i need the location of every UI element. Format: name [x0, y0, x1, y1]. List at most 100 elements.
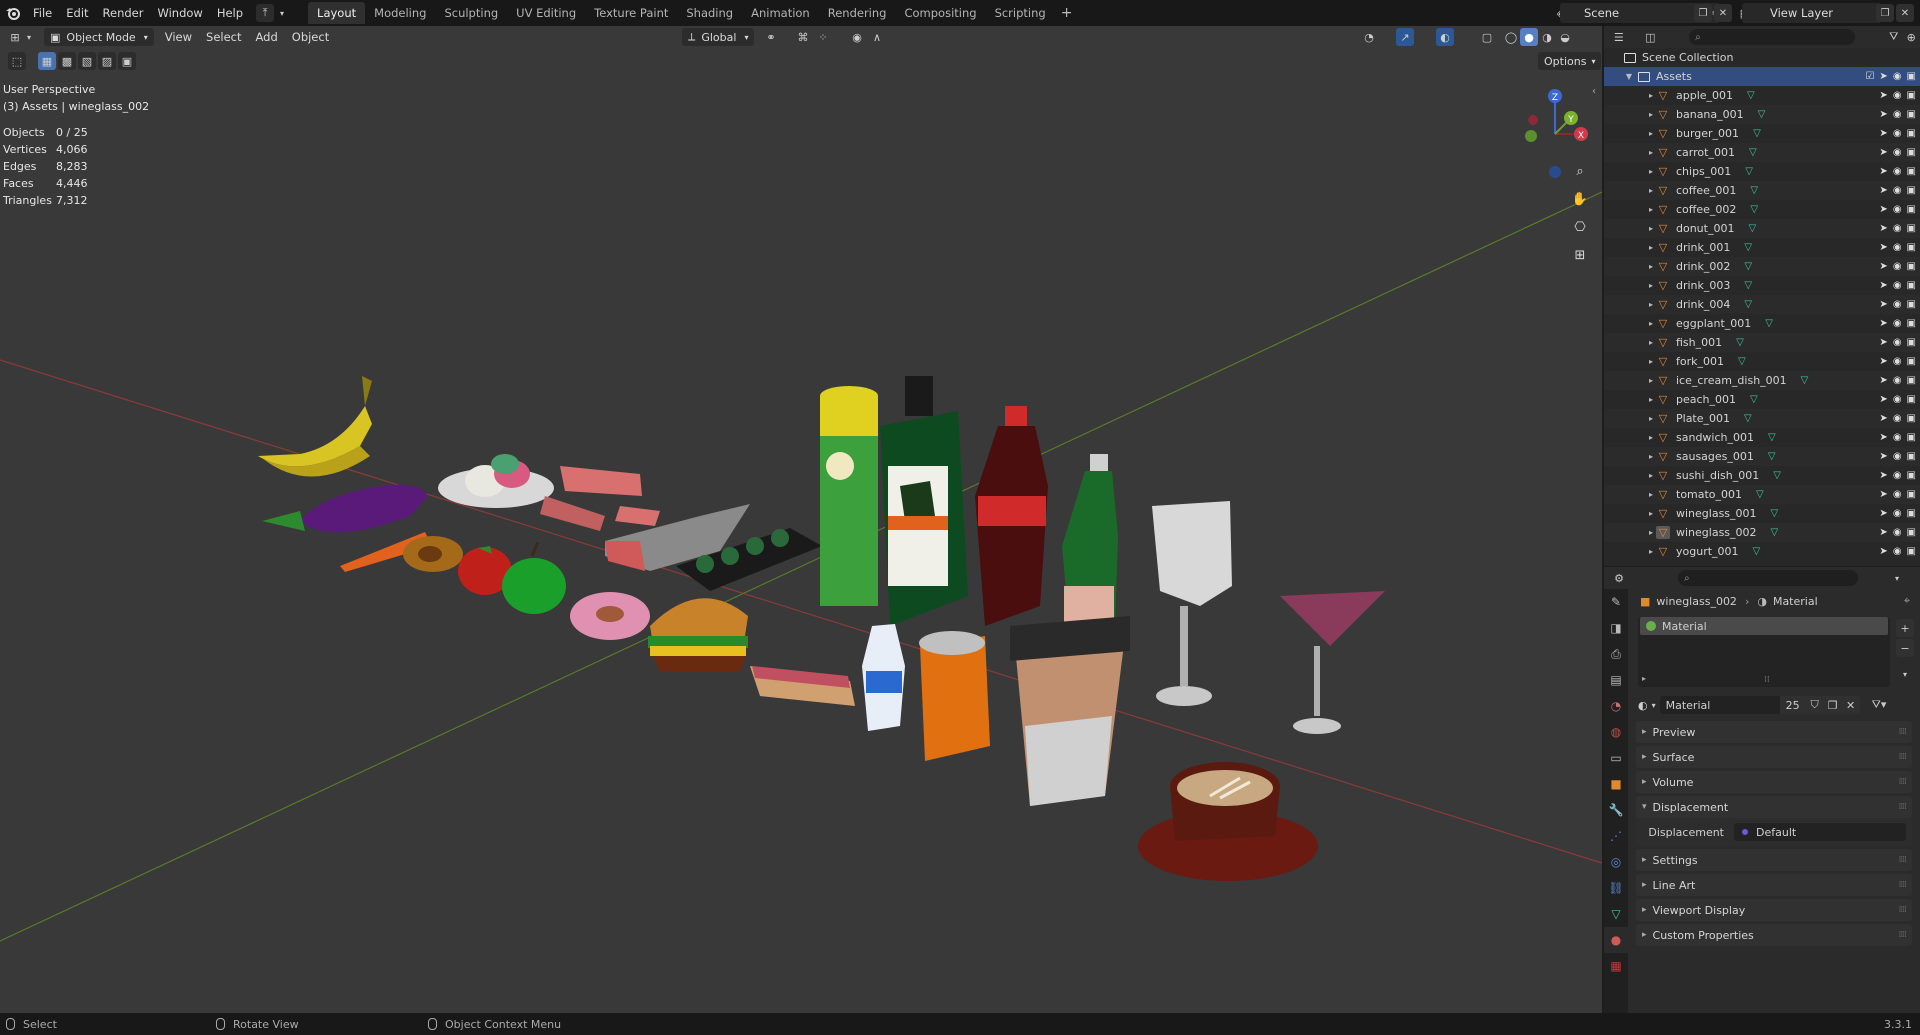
cursor-icon[interactable]: ➤: [1879, 71, 1887, 82]
outliner-object-row[interactable]: ▸ ▽ fish_001 ▽ ➤ ◉ ▣: [1604, 333, 1920, 352]
tool-tab-icon[interactable]: ✎: [1604, 589, 1628, 615]
eye-icon[interactable]: ◉: [1893, 394, 1902, 405]
menu-help[interactable]: Help: [210, 0, 250, 26]
eye-icon[interactable]: ◉: [1893, 71, 1902, 82]
tab-modeling[interactable]: Modeling: [365, 2, 435, 24]
camera-icon[interactable]: ▣: [1907, 375, 1916, 386]
cursor-icon[interactable]: ➤: [1879, 128, 1887, 139]
outliner-object-row[interactable]: ▸ ▽ eggplant_001 ▽ ➤ ◉ ▣: [1604, 314, 1920, 333]
camera-icon[interactable]: ▣: [1907, 90, 1916, 101]
material-name-field[interactable]: Material: [1659, 696, 1780, 714]
outliner-object-row[interactable]: ▸ ▽ coffee_002 ▽ ➤ ◉ ▣: [1604, 200, 1920, 219]
camera-icon[interactable]: ▣: [1907, 242, 1916, 253]
expand-arrow-icon[interactable]: ▸: [1646, 433, 1656, 442]
tab-animation[interactable]: Animation: [742, 2, 819, 24]
eye-icon[interactable]: ◉: [1893, 204, 1902, 215]
mesh-data-icon[interactable]: ▽: [1773, 470, 1781, 481]
grip-icon[interactable]: ⁞⁞⁞⁞: [1899, 905, 1908, 915]
object-tab-icon[interactable]: ■: [1604, 771, 1628, 797]
cursor-icon[interactable]: ➤: [1879, 261, 1887, 272]
camera-icon[interactable]: ▣: [1907, 109, 1916, 120]
proportional-edit-icon[interactable]: ◉: [848, 28, 866, 46]
panel-displacement[interactable]: ▾ Displacement ⁞⁞⁞⁞: [1636, 796, 1912, 818]
cursor-icon[interactable]: ➤: [1879, 470, 1887, 481]
outliner-object-row[interactable]: ▸ ▽ drink_004 ▽ ➤ ◉ ▣: [1604, 295, 1920, 314]
panel-surface[interactable]: ▸ Surface ⁞⁞⁞⁞: [1636, 746, 1912, 768]
render-tab-icon[interactable]: ◨: [1604, 615, 1628, 641]
panel-settings[interactable]: ▸ Settings ⁞⁞⁞⁞: [1636, 849, 1912, 871]
expand-arrow-icon[interactable]: ▸: [1646, 471, 1656, 480]
outliner-object-row[interactable]: ▸ ▽ drink_001 ▽ ➤ ◉ ▣: [1604, 238, 1920, 257]
grid-perspective-icon[interactable]: ⊞: [1569, 244, 1591, 266]
select-intersect-icon[interactable]: ▣: [118, 52, 136, 70]
outliner-object-row[interactable]: ▸ ▽ wineglass_001 ▽ ➤ ◉ ▣: [1604, 504, 1920, 523]
menu-render[interactable]: Render: [96, 0, 151, 26]
data-tab-icon[interactable]: ▽: [1604, 901, 1628, 927]
outliner-object-row[interactable]: ▸ ▽ carrot_001 ▽ ➤ ◉ ▣: [1604, 143, 1920, 162]
mesh-data-icon[interactable]: ▽: [1801, 375, 1809, 386]
pivot-icon[interactable]: ⚭: [762, 28, 780, 46]
camera-icon[interactable]: ▣: [1907, 508, 1916, 519]
filter-icon[interactable]: ⛛: [1885, 28, 1903, 46]
world-tab-icon[interactable]: ◍: [1604, 719, 1628, 745]
mesh-data-icon[interactable]: ▽: [1744, 242, 1752, 253]
3d-viewport[interactable]: ⊞ ▾ ▣ Object Mode ▾ View Select Add Obje…: [0, 26, 1602, 1013]
expand-arrow-icon[interactable]: ▸: [1646, 300, 1656, 309]
eye-icon[interactable]: ◉: [1893, 375, 1902, 386]
gizmo-toggle-icon[interactable]: ↗: [1396, 28, 1414, 46]
menu-window[interactable]: Window: [150, 0, 209, 26]
expand-arrow-icon[interactable]: ▸: [1646, 110, 1656, 119]
collection-tab-icon[interactable]: ▭: [1604, 745, 1628, 771]
new-view-layer-icon[interactable]: ❐: [1876, 4, 1894, 22]
eye-icon[interactable]: ◉: [1893, 223, 1902, 234]
eye-icon[interactable]: ◉: [1893, 489, 1902, 500]
expand-arrow-icon[interactable]: ▸: [1646, 281, 1656, 290]
overlays-icon[interactable]: ◐: [1436, 28, 1454, 46]
eye-icon[interactable]: ◉: [1893, 185, 1902, 196]
menu-view[interactable]: View: [158, 30, 199, 44]
cursor-icon[interactable]: ➤: [1879, 489, 1887, 500]
camera-icon[interactable]: ▣: [1907, 356, 1916, 367]
eye-icon[interactable]: ◉: [1893, 109, 1902, 120]
mesh-data-icon[interactable]: ▽: [1756, 489, 1764, 500]
camera-icon[interactable]: ▣: [1907, 527, 1916, 538]
camera-icon[interactable]: ▣: [1907, 280, 1916, 291]
output-tab-icon[interactable]: ⎙: [1604, 641, 1628, 667]
camera-icon[interactable]: ⎔: [1569, 216, 1591, 238]
material-slot[interactable]: Material: [1640, 617, 1888, 635]
chevron-down-icon[interactable]: ▾: [1888, 569, 1906, 587]
cursor-icon[interactable]: ➤: [1879, 337, 1887, 348]
grip-icon[interactable]: ⁞⁞⁞⁞: [1899, 727, 1908, 737]
eye-icon[interactable]: ◉: [1893, 280, 1902, 291]
camera-icon[interactable]: ▣: [1907, 71, 1916, 82]
eye-icon[interactable]: ◉: [1893, 508, 1902, 519]
camera-icon[interactable]: ▣: [1907, 147, 1916, 158]
expand-arrow-icon[interactable]: ▸: [1646, 509, 1656, 518]
outliner-object-row[interactable]: ▸ ▽ banana_001 ▽ ➤ ◉ ▣: [1604, 105, 1920, 124]
options-dropdown[interactable]: Options ▾: [1538, 52, 1602, 70]
expand-arrow-icon[interactable]: ▸: [1646, 129, 1656, 138]
grip-icon[interactable]: ⁞⁞⁞⁞: [1899, 855, 1908, 865]
eye-icon[interactable]: ◉: [1893, 546, 1902, 557]
expand-arrow-icon[interactable]: ▸: [1646, 262, 1656, 271]
modifier-tab-icon[interactable]: 🔧: [1604, 797, 1628, 823]
eye-icon[interactable]: ◉: [1893, 432, 1902, 443]
mesh-data-icon[interactable]: ▽: [1736, 337, 1744, 348]
eye-icon[interactable]: ◉: [1893, 337, 1902, 348]
new-collection-icon[interactable]: ⊕: [1902, 28, 1920, 46]
camera-icon[interactable]: ▣: [1907, 318, 1916, 329]
eye-icon[interactable]: ◉: [1893, 299, 1902, 310]
collapse-sidebar-icon[interactable]: ‹: [1592, 86, 1596, 97]
mesh-data-icon[interactable]: ▽: [1744, 261, 1752, 272]
blender-logo-icon[interactable]: [0, 0, 26, 26]
eye-icon[interactable]: ◉: [1893, 527, 1902, 538]
grip-icon[interactable]: ⁞⁞⁞⁞: [1899, 930, 1908, 940]
texture-tab-icon[interactable]: ▦: [1604, 953, 1628, 979]
expand-arrow-icon[interactable]: ▸: [1646, 319, 1656, 328]
grip-icon[interactable]: ⁞⁞⁞⁞: [1899, 880, 1908, 890]
object-mode-dropdown[interactable]: ▣ Object Mode ▾: [44, 28, 154, 46]
mesh-data-icon[interactable]: ▽: [1750, 204, 1758, 215]
duplicate-icon[interactable]: ❐: [1823, 696, 1842, 714]
expand-arrow-icon[interactable]: ▸: [1646, 528, 1656, 537]
particles-tab-icon[interactable]: ⋰: [1604, 823, 1628, 849]
